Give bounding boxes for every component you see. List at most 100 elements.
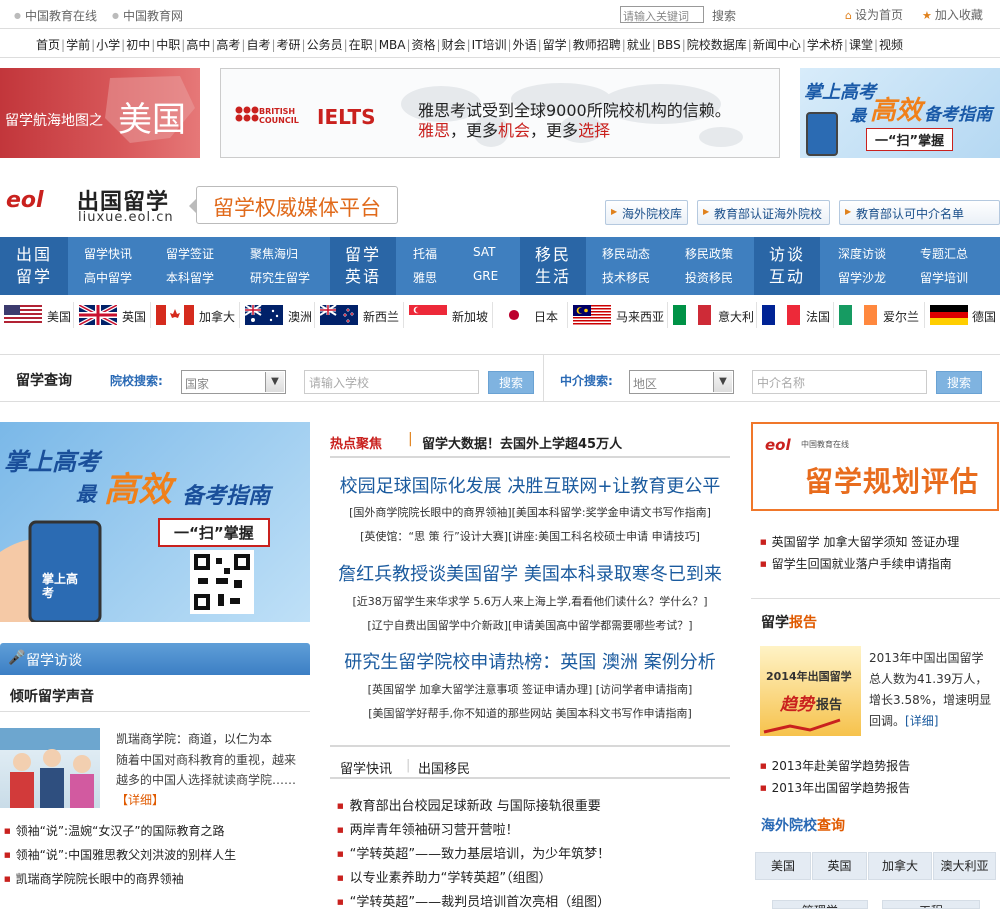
flag-link-australia[interactable]: 澳洲	[241, 302, 315, 328]
set-homepage-link[interactable]: ⌂ 设为首页	[845, 6, 903, 23]
country-tag[interactable]: 加拿大	[868, 852, 932, 880]
nav-item[interactable]: 视频	[879, 38, 903, 52]
flag-link-newzealand[interactable]: 新西兰	[316, 302, 404, 328]
headline-sub[interactable]: [英使馆：“思 策 行”设计大赛][讲座:美国工科名校硕士申请 申请技巧]	[330, 528, 730, 544]
nav-item[interactable]: 资格	[412, 38, 436, 52]
country-tag[interactable]: 英国	[812, 852, 867, 880]
interview-section-header[interactable]: 🎤 留学访谈	[0, 643, 310, 675]
certified-schools-button[interactable]: 教育部认证海外院校	[697, 200, 830, 225]
subject-tag[interactable]: 管理学	[772, 900, 868, 909]
nav-item[interactable]: 财会	[442, 38, 466, 52]
cat-main-immigration[interactable]: 移民 生活	[520, 237, 586, 295]
list-item[interactable]: 2013年赴美留学趋势报告	[760, 757, 911, 774]
list-item[interactable]: 领袖“说”:温婉“女汉子”的国际教育之路	[0, 822, 225, 839]
nav-item[interactable]: 留学	[543, 38, 567, 52]
country-select[interactable]: 国家 ▼	[181, 370, 286, 394]
flag-link-germany[interactable]: 德国	[926, 302, 1000, 328]
keyword-search-button[interactable]: 搜索	[712, 7, 736, 24]
nav-item[interactable]: 高中	[186, 38, 210, 52]
cat-sub-link[interactable]: SAT	[473, 245, 495, 259]
site-link-edu[interactable]: 中国教育网	[112, 7, 183, 24]
list-item[interactable]: 教育部出台校园足球新政 与国际接轨很重要	[337, 795, 601, 814]
agency-list-button[interactable]: 教育部认可中介名单	[839, 200, 1000, 225]
flag-link-japan[interactable]: 日本	[494, 302, 568, 328]
cat-sub-link[interactable]: 留学培训	[920, 269, 968, 286]
cat-sub-link[interactable]: 移民政策	[685, 245, 733, 262]
nav-item[interactable]: 院校数据库	[687, 38, 747, 52]
flag-link-canada[interactable]: 加拿大	[152, 302, 240, 328]
nav-item[interactable]: 外语	[513, 38, 537, 52]
list-item[interactable]: “学转英超”——致力基层培训，为少年筑梦！	[337, 843, 610, 862]
school-name-input[interactable]: 请输入学校	[304, 370, 479, 394]
banner-ielts[interactable]: BRITISH COUNCIL IELTS 雅思考试受到全球9000所院校机构的…	[220, 68, 780, 158]
cat-sub-link[interactable]: GRE	[473, 269, 498, 283]
list-item[interactable]: 两岸青年领袖研习营开营啦！	[337, 819, 519, 838]
headline-title[interactable]: 研究生留学院校申请热榜：英国 澳洲 案例分析	[330, 648, 730, 674]
headline-sub[interactable]: [英国留学 加拿大留学注意事项 签证申请办理] [访问学者申请指南]	[330, 681, 730, 697]
study-plan-evaluation-banner[interactable]: eol 中国教育在线 留学规划评估	[751, 422, 999, 511]
nav-item[interactable]: 公务员	[307, 38, 343, 52]
flag-link-malaysia[interactable]: 马来西亚	[569, 302, 668, 328]
list-item[interactable]: 留学生回国就业落户手续申请指南	[760, 555, 952, 572]
nav-item[interactable]: BBS	[657, 38, 681, 52]
report-more-link[interactable]: [详细]	[905, 714, 938, 728]
headline-sub[interactable]: [美国留学好帮手,你不知道的那些网站 美国本科文书写作申请指南]	[330, 705, 730, 721]
nav-item[interactable]: IT培训	[472, 38, 507, 52]
headline-sub[interactable]: [国外商学院院长眼中的商界领袖][美国本科留学:奖学金申请文书写作指南]	[330, 504, 730, 520]
cat-sub-link[interactable]: 留学签证	[166, 245, 214, 262]
add-favorite-link[interactable]: ★ 加入收藏	[922, 6, 983, 23]
eol-logo[interactable]: eol	[6, 188, 44, 213]
flag-link-france[interactable]: 法国	[758, 302, 834, 328]
left-gaokao-banner[interactable]: 掌上高考 最 高效 备考指南 一“扫”掌握 掌上高考	[0, 422, 310, 622]
list-item[interactable]: 英国留学 加拿大留学须知 签证办理	[760, 533, 960, 550]
nav-item[interactable]: 高考	[216, 38, 240, 52]
list-item[interactable]: 以专业素养助力“学转英超”（组图）	[337, 867, 552, 886]
nav-item[interactable]: 教师招聘	[573, 38, 621, 52]
nav-item[interactable]: 在职	[349, 38, 373, 52]
report-thumbnail[interactable]: 2014年出国留学 趋势 报告	[760, 646, 861, 736]
list-item[interactable]: 领袖“说”:中国雅思教父刘洪波的别样人生	[0, 846, 236, 863]
school-search-button[interactable]: 搜索	[488, 371, 534, 394]
cat-main-study-abroad[interactable]: 出国 留学	[0, 237, 68, 295]
agency-name-input[interactable]: 中介名称	[752, 370, 927, 394]
cat-sub-link[interactable]: 投资移民	[685, 269, 733, 286]
list-item[interactable]: 2013年出国留学趋势报告	[760, 779, 911, 796]
nav-item[interactable]: 中职	[156, 38, 180, 52]
country-tag[interactable]: 澳大利亚	[933, 852, 996, 880]
nav-item[interactable]: 课堂	[849, 38, 873, 52]
cat-sub-link[interactable]: 专题汇总	[920, 245, 968, 262]
banner-usa-map[interactable]: 留学航海地图之 美国	[0, 68, 200, 158]
tab-immigration[interactable]: 出国移民	[418, 758, 470, 777]
tab-study-news[interactable]: 留学快讯	[340, 758, 392, 777]
nav-item[interactable]: 新闻中心	[753, 38, 801, 52]
nav-item[interactable]: 初中	[126, 38, 150, 52]
cat-sub-link[interactable]: 留学沙龙	[838, 269, 886, 286]
flag-link-italy[interactable]: 意大利	[669, 302, 757, 328]
nav-item[interactable]: 学前	[66, 38, 90, 52]
list-item[interactable]: “学转英超”——裁判员培训首次亮相（组图）	[337, 891, 610, 910]
country-tag[interactable]: 美国	[755, 852, 811, 880]
flag-link-singapore[interactable]: 新加坡	[405, 302, 493, 328]
interview-story-title[interactable]: 凯瑞商学院：商道，以仁为本	[116, 730, 272, 747]
nav-item[interactable]: 小学	[96, 38, 120, 52]
list-item[interactable]: 凯瑞商学院院长眼中的商界领袖	[0, 870, 184, 887]
overseas-school-db-button[interactable]: 海外院校库	[605, 200, 688, 225]
flag-link-ireland[interactable]: 爱尔兰	[835, 302, 925, 328]
cat-sub-link[interactable]: 技术移民	[602, 269, 650, 286]
cat-main-interview[interactable]: 访谈 互动	[754, 237, 820, 295]
nav-item[interactable]: 学术桥	[807, 38, 843, 52]
cat-sub-link[interactable]: 本科留学	[166, 269, 214, 286]
cat-sub-link[interactable]: 研究生留学	[250, 269, 310, 286]
flag-link-uk[interactable]: 英国	[75, 302, 151, 328]
nav-item[interactable]: 首页	[36, 38, 60, 52]
cat-sub-link[interactable]: 移民动态	[602, 245, 650, 262]
cat-main-english[interactable]: 留学 英语	[330, 237, 396, 295]
nav-item[interactable]: 自考	[246, 38, 270, 52]
cat-sub-link[interactable]: 深度访谈	[838, 245, 886, 262]
cat-sub-link[interactable]: 高中留学	[84, 269, 132, 286]
agency-search-button[interactable]: 搜索	[936, 371, 982, 394]
nav-item[interactable]: 考研	[277, 38, 301, 52]
banner-gaokao-right[interactable]: 掌上高考 最 高效 备考指南 一“扫”掌握	[800, 68, 1000, 158]
cat-sub-link[interactable]: 托福	[413, 245, 437, 262]
story-more-link[interactable]: 【详细】	[116, 793, 164, 807]
